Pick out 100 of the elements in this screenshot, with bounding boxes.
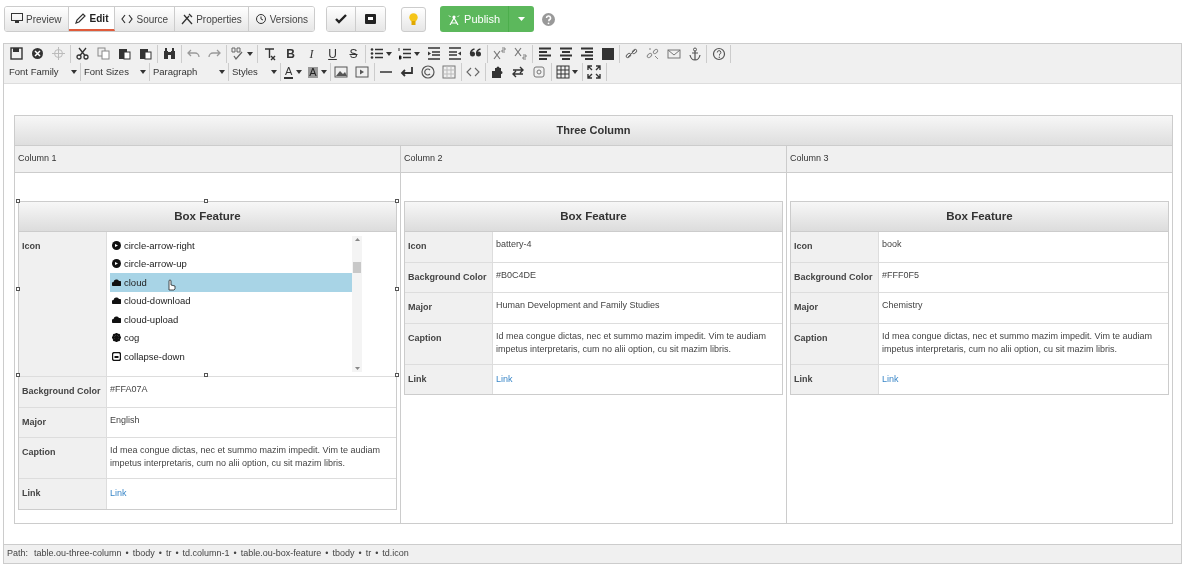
format-dropdown[interactable]: Paragraph	[150, 63, 229, 81]
field-label: Link	[791, 364, 879, 394]
background-color-button[interactable]: A	[305, 63, 330, 81]
clear-format-icon	[262, 47, 277, 61]
path-item[interactable]: tr	[165, 547, 172, 561]
path-item[interactable]: table.ou-box-feature	[240, 547, 322, 561]
binoculars-icon	[162, 47, 177, 61]
field-label: Background Color	[405, 262, 493, 292]
numbered-list-button[interactable]	[395, 45, 423, 63]
caret-icon	[386, 52, 392, 56]
move-icon	[51, 47, 66, 61]
path-item[interactable]: td.column-1	[182, 547, 230, 561]
path-item[interactable]: tbody	[332, 547, 355, 561]
field-label: Major	[19, 407, 107, 437]
view-tab[interactable]: Source	[115, 7, 176, 31]
down-arrow-icon	[354, 367, 360, 370]
resize-handle[interactable]	[395, 373, 399, 377]
resize-handle[interactable]	[16, 199, 20, 203]
path-item[interactable]: tr	[365, 547, 372, 561]
listbox-option[interactable]: cog	[110, 328, 352, 347]
indent-icon	[447, 47, 462, 61]
view-tab[interactable]: Preview	[5, 7, 69, 31]
save-button[interactable]	[356, 7, 386, 31]
path-separator: •	[125, 547, 129, 561]
lightbulb-icon	[409, 12, 419, 26]
image-icon	[334, 65, 349, 79]
superscript-icon	[492, 47, 507, 61]
field-label: Background Color	[791, 262, 879, 292]
view-tab[interactable]: Edit	[68, 7, 116, 31]
resize-handle[interactable]	[395, 199, 399, 203]
listbox-option[interactable]: cloud	[110, 273, 352, 292]
listbox-option[interactable]: circle-arrow-up	[110, 254, 352, 273]
scissors-icon	[75, 47, 90, 61]
monitor-icon	[11, 13, 23, 25]
media-icon	[355, 65, 370, 79]
path-separator: •	[233, 547, 237, 561]
resize-handle[interactable]	[395, 287, 399, 291]
caret-icon	[271, 70, 277, 74]
icon-listbox[interactable]: circle-arrow-right circle-arrow-up cloud cloud-download cloud-upload cog collapse-down	[110, 236, 362, 372]
resize-handle[interactable]	[16, 287, 20, 291]
history-icon	[254, 13, 267, 25]
listbox-option[interactable]: cloud-download	[110, 291, 352, 310]
subscript-icon	[513, 47, 528, 61]
field-label: Link	[405, 364, 493, 394]
field-value: Id mea congue dictas, nec et summo mazim impedit. Vim te audiam impetus interpretaris, cum no alii option, cu sit mazim libris.	[881, 329, 1153, 356]
save-icon	[9, 47, 24, 61]
align-center-icon	[558, 47, 573, 61]
field-value: #B0C4DE	[495, 268, 538, 282]
check-button[interactable]	[327, 7, 357, 31]
view-tab[interactable]: Properties	[175, 7, 249, 31]
path-item[interactable]: tbody	[132, 547, 155, 561]
caret-icon	[296, 70, 303, 74]
path-separator: •	[375, 547, 379, 561]
cancel-icon	[30, 47, 45, 61]
format-button[interactable]: B	[280, 45, 301, 63]
link[interactable]: Link	[110, 488, 127, 498]
field-value: #FFF0F5	[881, 268, 920, 282]
listbox-option[interactable]: circle-arrow-right	[110, 236, 352, 255]
help-icon[interactable]	[542, 12, 556, 26]
link[interactable]: Link	[496, 373, 513, 384]
field-label: Background Color	[19, 377, 107, 407]
scrollbar-thumb[interactable]	[353, 262, 361, 273]
format-dropdown[interactable]: Font Family	[6, 63, 81, 81]
table-title: Three Column	[15, 116, 1172, 146]
path-item[interactable]: table.ou-three-column	[34, 547, 122, 561]
scrollbar[interactable]	[352, 236, 362, 372]
tools-icon	[181, 13, 194, 25]
link-icon	[624, 47, 639, 61]
resize-handle[interactable]	[16, 373, 20, 377]
format-button[interactable]: S	[343, 45, 364, 63]
circle-arrow-icon	[112, 259, 121, 269]
fullscreen-icon	[587, 65, 602, 79]
field-value: Id mea congue dictas, nec et summo mazim impedit. Vim te audiam impetus interpretaris, cum no alii option, cu sit mazim libris.	[109, 444, 381, 470]
resize-handle[interactable]	[204, 373, 208, 377]
field-label: Major	[405, 293, 493, 323]
format-button[interactable]: U	[322, 45, 343, 63]
view-tab[interactable]: Versions	[248, 7, 315, 31]
puzzle-icon	[490, 65, 505, 79]
up-arrow-icon	[354, 238, 360, 241]
text-color-button[interactable]: A	[281, 63, 306, 81]
listbox-option[interactable]: cloud-upload	[110, 310, 352, 329]
format-dropdown[interactable]: Styles	[229, 63, 281, 81]
path-separator: •	[358, 547, 362, 561]
save-icon	[365, 14, 377, 24]
path-item[interactable]: td.icon	[382, 547, 409, 561]
link[interactable]: Link	[882, 373, 899, 384]
outdent-icon	[426, 47, 441, 61]
format-dropdown[interactable]: Font Sizes	[81, 63, 150, 81]
format-button[interactable]: I	[301, 45, 322, 63]
check-icon	[335, 14, 348, 24]
paste-icon	[117, 47, 132, 61]
field-label: Link	[19, 479, 107, 509]
field-value: Human Development and Family Studies	[495, 299, 661, 312]
hand-cursor-icon	[166, 279, 176, 291]
field-value: #FFA07A	[109, 383, 149, 396]
resize-handle[interactable]	[204, 199, 208, 203]
box-title: Box Feature	[19, 202, 396, 232]
caret-icon	[571, 70, 578, 74]
field-label: Caption	[791, 323, 879, 364]
listbox-option[interactable]: collapse-down	[110, 347, 352, 366]
